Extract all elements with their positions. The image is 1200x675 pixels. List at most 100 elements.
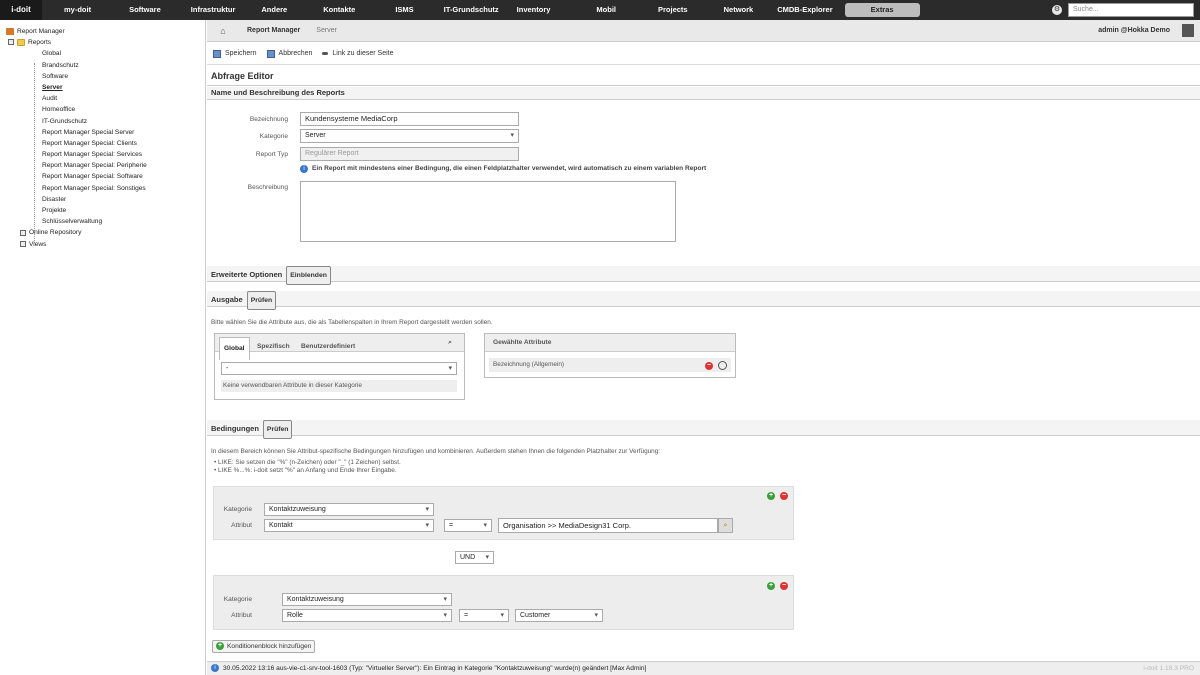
bezeichnung-field[interactable]: Kundensysteme MediaCorp xyxy=(300,112,519,126)
home-icon[interactable]: ⌂ xyxy=(207,26,239,36)
search-icon[interactable]: ⌕ xyxy=(448,334,452,352)
add-condition-block-button[interactable]: + Konditionenblock hinzufügen xyxy=(212,640,316,653)
connector-select[interactable]: UND xyxy=(455,551,494,564)
sidebar-item-homeoffice[interactable]: Homeoffice xyxy=(0,104,205,115)
beschreibung-label: Beschreibung xyxy=(247,184,288,191)
add-condition-icon[interactable]: + xyxy=(767,582,775,590)
cond1-value-field[interactable]: Organisation >> MediaDesign31 Corp. xyxy=(498,518,718,533)
sort-attribute-icon[interactable] xyxy=(718,361,727,370)
sidebar-item-special-clients[interactable]: Report Manager Special: Clients xyxy=(0,138,205,149)
sidebar-item-server[interactable]: Server xyxy=(0,82,205,93)
beschreibung-textarea[interactable] xyxy=(300,181,676,242)
tree-views[interactable]: Views xyxy=(0,239,205,250)
breadcrumb-report-manager[interactable]: Report Manager xyxy=(239,27,308,34)
nav-it-grundschutz[interactable]: IT-Grundschutz xyxy=(436,0,507,20)
check-conditions-button[interactable]: Prüfen xyxy=(262,420,293,439)
attribute-select[interactable]: - xyxy=(221,362,457,375)
nav-network[interactable]: Network xyxy=(716,0,762,20)
expand-icon[interactable] xyxy=(20,229,26,236)
nav-inventory[interactable]: Inventory xyxy=(509,0,559,20)
nav-my-doit[interactable]: my-doit xyxy=(56,0,99,20)
section-name-header: Name und Beschreibung des Reports xyxy=(207,87,1200,100)
sidebar-item-projekte[interactable]: Projekte xyxy=(0,205,205,216)
nav-infrastruktur[interactable]: Infrastruktur xyxy=(183,0,244,20)
check-output-button[interactable]: Prüfen xyxy=(246,291,277,310)
reporttyp-field: Regulärer Report xyxy=(300,147,519,161)
cond2-kategorie-select[interactable]: Kontaktzuweisung xyxy=(282,593,452,606)
breadcrumb-server: Server xyxy=(316,27,337,34)
nav-cmdb-explorer[interactable]: CMDB-Explorer xyxy=(769,0,840,20)
nav-isms[interactable]: ISMS xyxy=(387,0,421,20)
cancel-button[interactable]: Abbrechen xyxy=(266,49,312,58)
remove-condition-icon[interactable]: − xyxy=(780,492,788,500)
user-avatar-icon[interactable] xyxy=(1182,24,1194,37)
settings-icon[interactable]: ⚙ xyxy=(1052,5,1062,15)
sidebar-item-disaster[interactable]: Disaster xyxy=(0,194,205,205)
link-icon xyxy=(322,52,329,55)
sidebar-item-audit[interactable]: Audit xyxy=(0,93,205,104)
nav-extras[interactable]: Extras xyxy=(844,3,920,17)
selected-attribute-item: Bezeichnung (Allgemein) xyxy=(489,358,731,372)
page-title: Abfrage Editor xyxy=(207,66,1200,86)
cond1-kategorie-select[interactable]: Kontaktzuweisung xyxy=(264,503,434,516)
show-advanced-button[interactable]: Einblenden xyxy=(286,266,331,285)
cond2-attribut-label: Attribut xyxy=(231,612,252,619)
tree-reports[interactable]: Reports xyxy=(0,37,205,48)
sidebar-tree: Report Manager Reports Global Brandschut… xyxy=(0,20,206,675)
top-navigation: i-doit my-doit Software Infrastruktur An… xyxy=(0,0,1200,20)
tab-spezifisch[interactable]: Spezifisch xyxy=(257,338,290,356)
cancel-icon xyxy=(266,49,275,58)
status-bar: i 30.05.2022 13:16 aus-vie-c1-srv-tool-16… xyxy=(207,661,1200,675)
user-name[interactable]: admin @Hokka Demo xyxy=(1098,20,1170,42)
collapse-icon[interactable] xyxy=(8,39,14,46)
expand-icon[interactable] xyxy=(20,240,26,247)
sidebar-item-software[interactable]: Software xyxy=(0,71,205,82)
add-condition-icon[interactable]: + xyxy=(767,492,775,500)
logo-text: i-doit xyxy=(11,5,31,14)
output-header: Ausgabe Prüfen xyxy=(207,291,1200,310)
sidebar-item-special-software[interactable]: Report Manager Special: Software xyxy=(0,171,205,182)
sidebar-item-special-peripherie[interactable]: Report Manager Special: Peripherie xyxy=(0,160,205,171)
cond1-attribut-select[interactable]: Kontakt xyxy=(264,519,434,532)
tab-benutzerdefiniert[interactable]: Benutzerdefiniert xyxy=(301,338,355,356)
info-icon: i xyxy=(211,664,219,673)
conditions-bullet-1: • LIKE: Sie setzen die "%" (n-Zeichen) o… xyxy=(214,459,401,466)
toolbar: Speichern Abbrechen Link zu dieser Seite xyxy=(207,43,1200,65)
tab-global[interactable]: Global xyxy=(219,337,250,360)
sidebar-item-schluesselverwaltung[interactable]: Schlüsselverwaltung xyxy=(0,216,205,227)
kategorie-select[interactable]: Server xyxy=(300,129,519,143)
conditions-bullet-2: • LIKE %...%: i-doit setzt "%" an Anfang… xyxy=(214,467,397,474)
sidebar-item-special-services[interactable]: Report Manager Special: Services xyxy=(0,149,205,160)
remove-condition-icon[interactable]: − xyxy=(780,582,788,590)
nav-andere[interactable]: Andere xyxy=(253,0,295,20)
condition-block-2: + − Kategorie Kontaktzuweisung Attribut … xyxy=(213,575,794,630)
cond2-attribut-select[interactable]: Rolle xyxy=(282,609,452,622)
nav-kontakte[interactable]: Kontakte xyxy=(315,0,363,20)
save-button[interactable]: Speichern xyxy=(213,49,257,58)
sidebar-item-it-grundschutz[interactable]: IT-Grundschutz xyxy=(0,116,205,127)
nav-projects[interactable]: Projects xyxy=(650,0,696,20)
tree-online-repository[interactable]: Online Repository xyxy=(0,227,205,238)
advanced-options-header: Erweiterte Optionen Einblenden xyxy=(207,266,1200,285)
conditions-hint: In diesem Bereich können Sie Attribut-sp… xyxy=(211,448,661,455)
version-text: i-doit 1.18.3 PRO xyxy=(1143,665,1194,672)
selected-attributes-panel: Gewählte Attribute Bezeichnung (Allgemei… xyxy=(484,333,736,378)
app-logo[interactable]: i-doit xyxy=(0,0,42,20)
nav-mobil[interactable]: Mobil xyxy=(588,0,624,20)
search-input[interactable]: Suche... xyxy=(1068,3,1194,17)
sidebar-item-brandschutz[interactable]: Brandschutz xyxy=(0,60,205,71)
cond2-operator-select[interactable]: = xyxy=(459,609,509,622)
breadcrumb: ⌂ Report Manager Server admin @Hokka Dem… xyxy=(207,20,1200,42)
selected-attributes-header: Gewählte Attribute xyxy=(485,334,735,352)
link-button[interactable]: Link zu dieser Seite xyxy=(322,50,393,57)
tree-root[interactable]: Report Manager xyxy=(0,26,205,37)
nav-software[interactable]: Software xyxy=(121,0,169,20)
sidebar-item-global[interactable]: Global xyxy=(0,48,205,59)
sidebar-item-special-sonstiges[interactable]: Report Manager Special: Sonstiges xyxy=(0,183,205,194)
object-browser-icon[interactable]: ⌕ xyxy=(718,518,733,533)
remove-attribute-icon[interactable]: − xyxy=(705,362,713,370)
cond2-value-select[interactable]: Customer xyxy=(515,609,603,622)
sidebar-item-special-server[interactable]: Report Manager Special Server xyxy=(0,127,205,138)
cond1-operator-select[interactable]: = xyxy=(444,519,492,532)
attribute-tabs: Global Spezifisch Benutzerdefiniert ⌕ xyxy=(215,334,464,360)
